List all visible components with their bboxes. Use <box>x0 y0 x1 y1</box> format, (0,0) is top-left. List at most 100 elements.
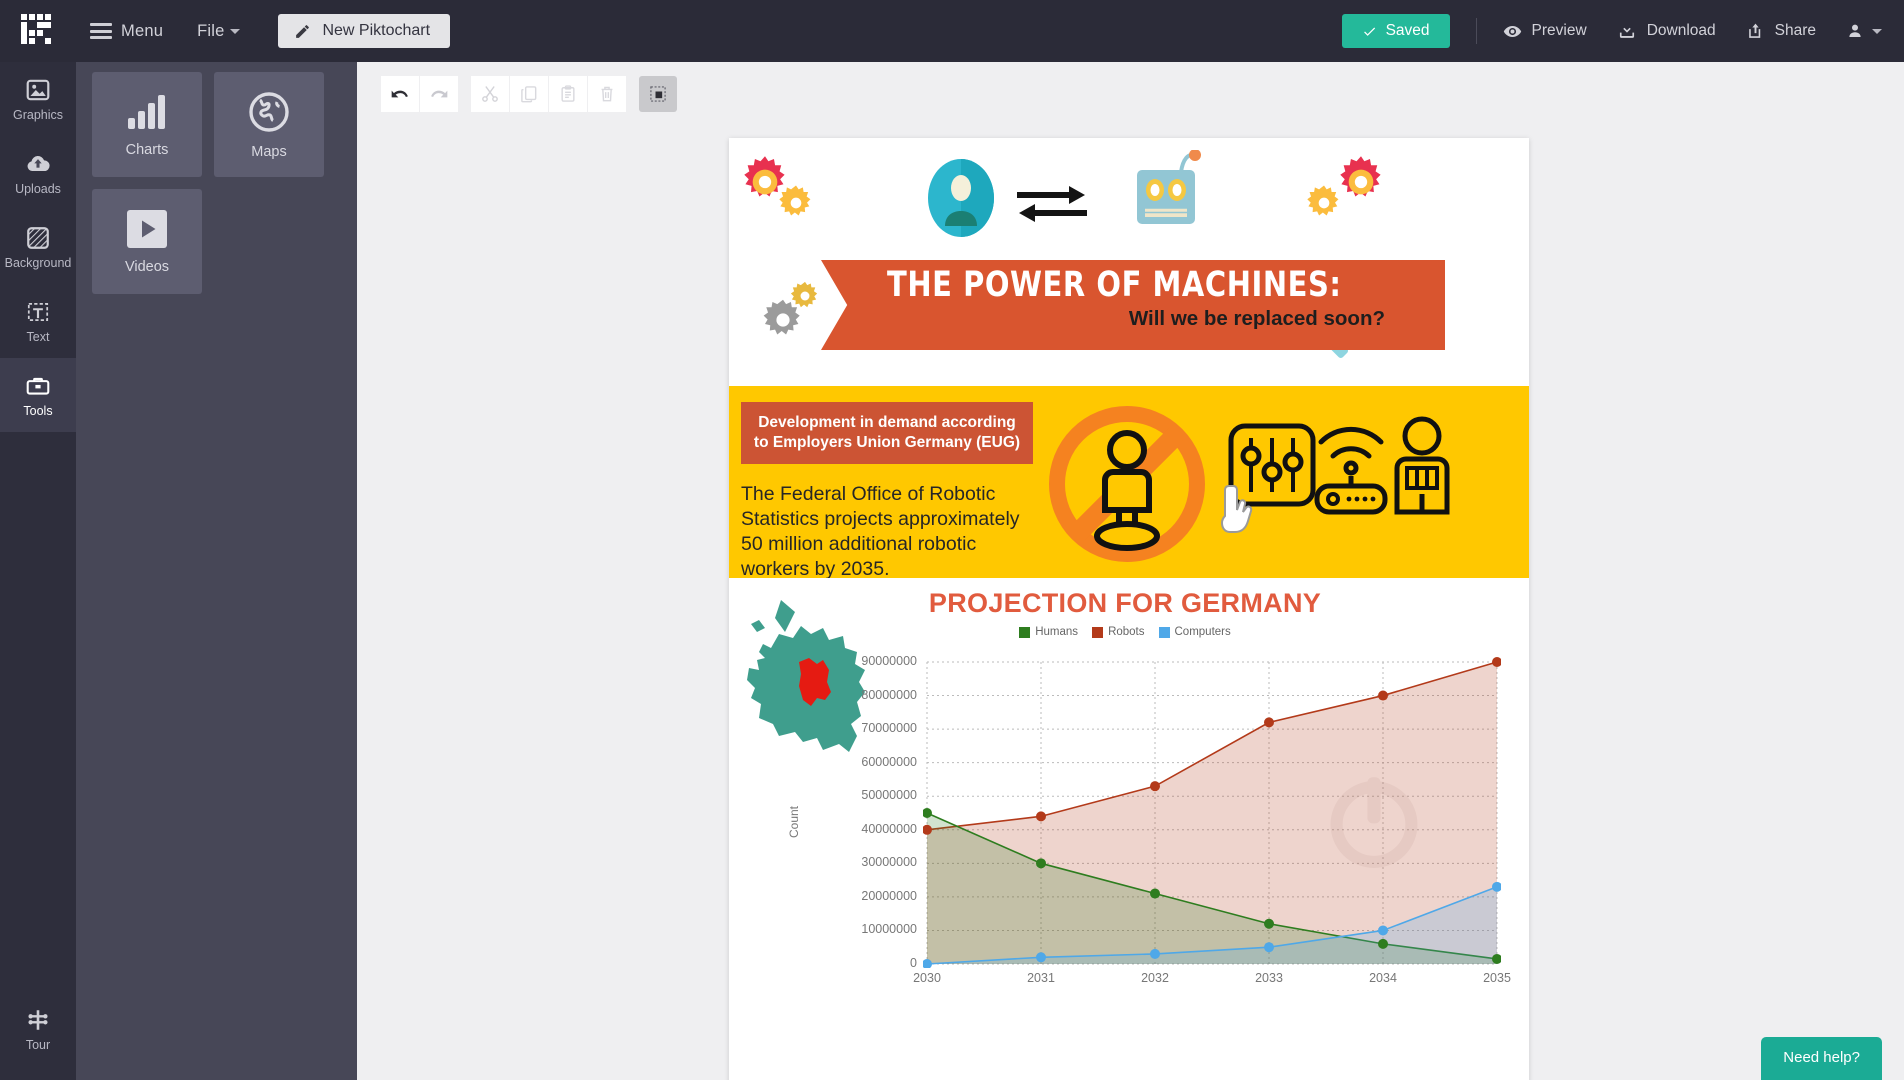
piktochart-editor: Menu File New Piktochart Saved Preview D… <box>0 0 1904 1080</box>
sidebar-item-text[interactable]: Text <box>0 284 76 358</box>
check-icon <box>1363 27 1375 36</box>
y-tick-label: 0 <box>910 956 917 970</box>
eug-badge[interactable]: Development in demand according to Emplo… <box>741 402 1033 464</box>
sidebar-item-uploads[interactable]: Uploads <box>0 136 76 210</box>
sidebar-item-tools[interactable]: Tools <box>0 358 76 432</box>
image-icon <box>26 79 50 100</box>
top-bar-actions: Saved Preview Download Share <box>1341 14 1904 48</box>
gear-red-right-icon <box>1340 156 1381 197</box>
need-help-button[interactable]: Need help? <box>1761 1037 1882 1080</box>
download-button[interactable]: Download <box>1617 21 1716 41</box>
x-tick-label: 2032 <box>1141 971 1169 985</box>
tool-maps[interactable]: Maps <box>214 72 324 177</box>
chart-title: PROJECTION FOR GERMANY <box>928 588 1322 618</box>
redo-button[interactable] <box>420 76 458 112</box>
android-worker-icon <box>1394 416 1450 515</box>
toolbox-icon <box>26 377 50 395</box>
user-icon <box>1849 24 1861 37</box>
header-subtitle: Will we be replaced soon? <box>1128 307 1385 331</box>
preview-label: Preview <box>1531 22 1587 39</box>
y-tick-label: 50000000 <box>861 788 917 803</box>
cut-button[interactable] <box>471 76 509 112</box>
legend-swatch <box>1019 626 1031 638</box>
x-tick-label: 2034 <box>1369 971 1397 985</box>
wifi-router-icon <box>1314 426 1388 515</box>
globe-icon <box>249 91 289 132</box>
left-rail: Graphics Uploads Background Text Tools T… <box>0 62 76 1080</box>
document-title-field[interactable]: New Piktochart <box>278 14 451 48</box>
chart-legend: Humans Robots Computers <box>875 626 1375 638</box>
download-icon <box>1619 23 1634 38</box>
chevron-down-icon <box>230 28 241 34</box>
y-tick-label: 30000000 <box>861 855 917 870</box>
canvas-chart-section[interactable]: PROJECTION FOR GERMANY Humans Robots Com… <box>729 578 1529 1080</box>
x-tick-label: 2030 <box>913 971 941 985</box>
share-button[interactable]: Share <box>1746 22 1816 41</box>
hamburger-icon <box>90 23 112 39</box>
undo-icon <box>391 90 408 98</box>
pencil-icon <box>296 24 310 38</box>
delete-button[interactable] <box>588 76 626 112</box>
saved-button[interactable]: Saved <box>1341 14 1450 48</box>
eug-badge-text: Development in demand according to Emplo… <box>753 414 1021 451</box>
canvas-yellow-section[interactable]: Development in demand according to Emplo… <box>729 386 1529 578</box>
user-account-button[interactable] <box>1846 22 1882 40</box>
y-tick-label: 90000000 <box>861 654 917 668</box>
infographic-canvas[interactable]: THE POWER OF MACHINES: Will we be replac… <box>729 138 1529 1080</box>
header-ribbon[interactable]: THE POWER OF MACHINES: Will we be replac… <box>821 260 1445 350</box>
sidebar-item-label: Uploads <box>15 181 61 196</box>
legend-item-computers: Computers <box>1158 626 1231 638</box>
tool-videos[interactable]: Videos <box>92 189 202 294</box>
need-help-label: Need help? <box>1783 1049 1860 1066</box>
gear-yellow-icon <box>779 185 811 216</box>
paste-button[interactable] <box>549 76 587 112</box>
eye-icon <box>1503 25 1521 37</box>
menu-label: Menu <box>121 21 164 40</box>
y-tick-label: 20000000 <box>861 888 917 903</box>
file-label: File <box>197 21 225 40</box>
sidebar-item-graphics[interactable]: Graphics <box>0 62 76 136</box>
tools-panel: Charts Maps Videos <box>76 62 357 1080</box>
hatch-square-icon <box>27 226 49 249</box>
document-title-text: New Piktochart <box>322 22 431 39</box>
tool-charts[interactable]: Charts <box>92 72 202 177</box>
canvas-header-section[interactable]: THE POWER OF MACHINES: Will we be replac… <box>729 138 1529 386</box>
legend-label: Computers <box>1174 626 1231 638</box>
tool-label: Maps <box>251 143 287 160</box>
legend-label: Humans <box>1035 626 1079 638</box>
select-area-button[interactable] <box>639 76 677 112</box>
no-humans-icon <box>1049 406 1205 562</box>
chart-y-ticks: 0 10000000 20000000 30000000 40000000 5000000… <box>801 654 917 970</box>
chart-plot-area[interactable]: Count 0 10000000 20000000 30000000 40000000 5… <box>729 654 1529 1080</box>
tour-icon <box>28 1009 48 1030</box>
scissors-icon <box>482 86 498 102</box>
robot-icon <box>1137 150 1201 224</box>
sidebar-item-label: Text <box>26 329 50 344</box>
share-label: Share <box>1774 22 1816 39</box>
sidebar-item-label: Background <box>4 255 72 270</box>
bar-chart-icon <box>128 94 165 129</box>
legend-swatch <box>1092 626 1104 638</box>
preview-button[interactable]: Preview <box>1503 22 1587 41</box>
menu-button[interactable]: Menu <box>90 22 163 41</box>
tool-label: Charts <box>125 141 169 158</box>
sidebar-item-label: Graphics <box>12 107 64 122</box>
copy-icon <box>521 86 537 103</box>
y-tick-label: 80000000 <box>861 687 917 702</box>
exchange-arrows-icon <box>1017 186 1087 222</box>
file-menu-button[interactable]: File <box>197 21 241 41</box>
x-tick-label: 2031 <box>1027 971 1055 985</box>
sidebar-item-label: Tools <box>23 403 53 418</box>
sidebar-item-background[interactable]: Background <box>0 210 76 284</box>
cloud-upload-icon <box>27 155 50 171</box>
clipboard-icon <box>561 85 575 102</box>
copy-button[interactable] <box>510 76 548 112</box>
play-icon <box>127 209 167 248</box>
power-watermark-icon <box>1330 777 1418 868</box>
piktochart-logo[interactable] <box>0 0 76 62</box>
sidebar-item-tour[interactable]: Tour <box>0 992 76 1066</box>
tools-tile-grid: Charts Maps Videos <box>92 72 337 294</box>
undo-button[interactable] <box>381 76 419 112</box>
header-title: THE POWER OF MACHINES: <box>887 265 1342 305</box>
saved-label: Saved <box>1385 22 1430 39</box>
